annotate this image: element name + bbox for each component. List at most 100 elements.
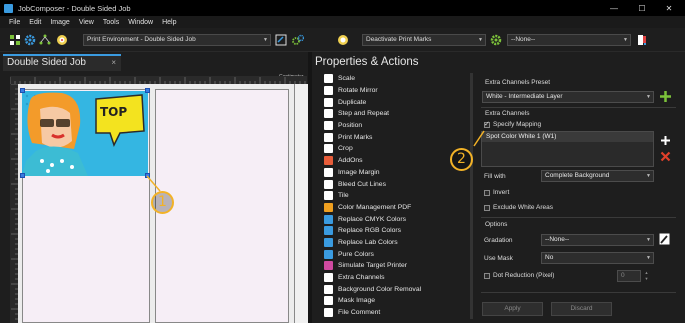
dot-reduction-label: Dot Reduction (Pixel) <box>493 272 555 279</box>
pop-art-image <box>22 91 148 176</box>
selection-handle-top-left[interactable] <box>20 88 25 93</box>
extra-channels-preset-label: Extra Channels Preset <box>485 79 551 86</box>
discard-button[interactable]: Discard <box>551 302 612 316</box>
action-item-label: Mask Image <box>338 297 376 305</box>
action-item[interactable]: File Comment <box>324 307 474 319</box>
print-environment-value: Print Environment - Double Sided Job <box>87 36 196 43</box>
action-item[interactable]: Mask Image <box>324 295 474 307</box>
canvas-scrollbar[interactable] <box>294 84 308 323</box>
action-item-label: Replace RGB Colors <box>338 227 402 235</box>
list-item[interactable]: Spot Color White 1 (W1) <box>482 132 653 142</box>
menu-image[interactable]: Image <box>50 19 69 26</box>
action-item-label: Print Marks <box>338 133 373 141</box>
menu-help[interactable]: Help <box>162 19 176 26</box>
remove-channel-icon[interactable] <box>660 151 671 162</box>
step-repeat-icon <box>324 109 333 119</box>
action-item[interactable]: Pure Colors <box>324 248 474 260</box>
specify-mapping-checkbox[interactable] <box>484 120 490 128</box>
action-item[interactable]: Tile <box>324 190 474 202</box>
menu-window[interactable]: Window <box>128 19 153 26</box>
print-marks-icon <box>324 132 333 142</box>
action-list-scrollbar[interactable] <box>470 73 473 319</box>
gradation-select[interactable]: --None-- ▼ <box>541 234 654 246</box>
gear-icon[interactable] <box>24 34 36 46</box>
layout-icon[interactable] <box>9 34 21 46</box>
duplicate-icon <box>324 97 333 107</box>
action-item[interactable]: Bleed Cut Lines <box>324 178 474 190</box>
page-back[interactable] <box>155 89 289 323</box>
action-item-label: Scale <box>338 75 356 83</box>
action-item-label: Step and Repeat <box>338 110 390 118</box>
close-tab-icon[interactable]: × <box>111 56 116 70</box>
target-icon[interactable] <box>56 34 68 46</box>
action-item-label: Background Color Removal <box>338 285 422 293</box>
chevron-down-icon: ▼ <box>646 94 651 100</box>
chevron-down-icon: ▼ <box>478 37 483 43</box>
tree-icon[interactable] <box>39 34 51 46</box>
add-channel-icon[interactable] <box>660 135 671 146</box>
action-item[interactable]: Image Margin <box>324 167 474 179</box>
print-environment-select[interactable]: Print Environment - Double Sided Job ▼ <box>83 34 271 46</box>
print-marks-icon[interactable] <box>337 34 349 46</box>
menu-edit[interactable]: Edit <box>29 19 41 26</box>
apply-button[interactable]: Apply <box>482 302 543 316</box>
action-item[interactable]: Replace Lab Colors <box>324 237 474 249</box>
chevron-down-icon: ▼ <box>646 255 651 261</box>
action-item[interactable]: Scale <box>324 73 474 85</box>
action-item[interactable]: Position <box>324 120 474 132</box>
spin-arrows-icon[interactable]: ▲ ▼ <box>642 270 651 282</box>
extra-channels-preset-select[interactable]: White - Intermediate Layer ▼ <box>482 91 654 103</box>
add-preset-icon[interactable] <box>659 90 672 103</box>
dot-reduction-spinbox[interactable]: 0 <box>617 270 641 282</box>
action-item-label: Replace CMYK Colors <box>338 215 406 223</box>
invert-checkbox[interactable] <box>484 190 490 196</box>
action-item-label: Bleed Cut Lines <box>338 180 386 188</box>
exclude-white-checkbox[interactable] <box>484 205 490 211</box>
menu-tools[interactable]: Tools <box>103 19 119 26</box>
action-item[interactable]: Replace CMYK Colors <box>324 213 474 225</box>
chevron-down-icon: ▼ <box>623 37 628 43</box>
simulate-printer-icon <box>324 261 333 271</box>
none-select[interactable]: --None-- ▼ <box>507 34 631 46</box>
dot-reduction-checkbox[interactable] <box>484 273 490 279</box>
menu-file[interactable]: File <box>9 19 20 26</box>
selection-handle-bottom-left[interactable] <box>20 173 25 178</box>
app-icon <box>4 3 13 13</box>
action-item[interactable]: Background Color Removal <box>324 283 474 295</box>
action-item[interactable]: Simulate Target Printer <box>324 260 474 272</box>
green-gear-icon[interactable] <box>490 34 502 46</box>
tab-double-sided-job[interactable]: Double Sided Job × <box>3 54 121 71</box>
action-list: Scale Rotate Mirror Duplicate Step and Repe… <box>324 73 474 318</box>
action-item[interactable]: Step and Repeat <box>324 108 474 120</box>
gradation-label: Gradation <box>484 237 513 244</box>
action-item[interactable]: Print Marks <box>324 131 474 143</box>
print-marks-select[interactable]: Deactivate Print Marks ▼ <box>362 34 486 46</box>
action-item[interactable]: Extra Channels <box>324 272 474 284</box>
placed-image[interactable]: TOP <box>22 91 148 176</box>
divider <box>481 107 676 108</box>
settings-gears-icon[interactable] <box>292 34 304 46</box>
action-item[interactable]: Color Management PDF <box>324 202 474 214</box>
maximize-button[interactable]: ☐ <box>628 0 656 16</box>
extra-channels-list[interactable]: Spot Color White 1 (W1) <box>481 131 654 167</box>
fill-with-select[interactable]: Complete Background ▼ <box>541 170 654 182</box>
gradation-edit-icon[interactable] <box>659 233 670 245</box>
action-item-label: Position <box>338 122 363 130</box>
selection-handle-top-right[interactable] <box>145 88 150 93</box>
options-label: Options <box>485 221 508 228</box>
action-item[interactable]: Replace RGB Colors <box>324 225 474 237</box>
edit-environment-icon[interactable] <box>275 34 287 46</box>
paint-brush-icon[interactable] <box>636 34 648 46</box>
action-item[interactable]: Rotate Mirror <box>324 85 474 97</box>
dot-reduction-value: 0 <box>621 272 625 279</box>
callout-1: 1 <box>151 191 174 214</box>
action-item[interactable]: Duplicate <box>324 96 474 108</box>
close-button[interactable]: ✕ <box>655 0 683 16</box>
divider <box>481 292 676 293</box>
minimize-button[interactable]: — <box>600 0 628 16</box>
action-item-label: Crop <box>338 145 353 153</box>
use-mask-label: Use Mask <box>484 255 513 262</box>
menu-view[interactable]: View <box>79 19 94 26</box>
vertical-ruler <box>10 84 18 323</box>
use-mask-select[interactable]: No ▼ <box>541 252 654 264</box>
